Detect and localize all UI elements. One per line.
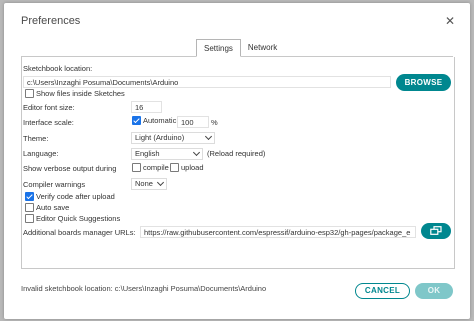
verbose-compile-row: compile xyxy=(132,163,169,172)
language-value: English xyxy=(135,149,160,158)
boards-url-input[interactable]: https://raw.githubusercontent.com/espres… xyxy=(140,226,416,238)
font-size-label: Editor font size: xyxy=(23,103,75,112)
language-select[interactable]: English xyxy=(131,148,203,160)
tab-network[interactable]: Network xyxy=(241,39,284,57)
compiler-warnings-select[interactable]: None xyxy=(131,178,167,190)
auto-save-row: Auto save xyxy=(25,203,69,212)
quick-suggestions-row: Editor Quick Suggestions xyxy=(25,214,120,223)
chevron-down-icon xyxy=(204,132,213,141)
sketchbook-location-label: Sketchbook location: xyxy=(23,64,93,73)
open-window-icon xyxy=(430,226,442,236)
compiler-warnings-value: None xyxy=(135,179,153,188)
chevron-down-icon xyxy=(156,178,165,187)
quick-suggestions-label: Editor Quick Suggestions xyxy=(36,214,121,223)
verify-upload-checkbox[interactable] xyxy=(25,192,34,201)
quick-suggestions-checkbox[interactable] xyxy=(25,214,34,223)
auto-save-checkbox[interactable] xyxy=(25,203,34,212)
sketchbook-location-input[interactable]: c:\Users\Inzaghi Posuma\Documents\Arduin… xyxy=(23,76,391,88)
auto-save-label: Auto save xyxy=(36,203,70,212)
sketchbook-error-text: Invalid sketchbook location: c:\Users\In… xyxy=(21,284,267,293)
show-files-checkbox[interactable] xyxy=(25,89,34,98)
compiler-warnings-label: Compiler warnings xyxy=(23,180,86,189)
verify-upload-label: Verify code after upload xyxy=(36,192,115,201)
scale-unit: % xyxy=(211,118,218,127)
scale-automatic-label: Automatic xyxy=(143,116,177,125)
chevron-down-icon xyxy=(192,148,201,157)
verbose-upload-row: upload xyxy=(170,163,204,172)
interface-scale-label: Interface scale: xyxy=(23,118,74,127)
edit-urls-button[interactable] xyxy=(421,223,451,239)
show-files-row: Show files inside Sketches xyxy=(25,89,125,98)
verbose-compile-label: compile xyxy=(143,163,169,172)
verbose-upload-checkbox[interactable] xyxy=(170,163,179,172)
ok-button[interactable]: OK xyxy=(415,283,453,299)
scale-automatic-row: Automatic xyxy=(132,116,176,125)
show-files-label: Show files inside Sketches xyxy=(36,89,125,98)
verbose-output-label: Show verbose output during xyxy=(23,164,117,173)
cancel-button[interactable]: CANCEL xyxy=(355,283,410,299)
tab-settings[interactable]: Settings xyxy=(196,39,241,57)
language-label: Language: xyxy=(23,149,59,158)
tab-bar: Settings Network xyxy=(196,39,284,57)
browse-button[interactable]: BROWSE xyxy=(396,74,451,91)
boards-url-label: Additional boards manager URLs: xyxy=(23,228,136,237)
theme-select[interactable]: Light (Arduino) xyxy=(131,132,215,144)
font-size-input[interactable]: 16 xyxy=(131,101,162,113)
dialog-title: Preferences xyxy=(21,15,81,27)
scale-value-input[interactable]: 100 xyxy=(177,116,209,128)
theme-label: Theme: xyxy=(23,134,49,143)
preferences-dialog: Preferences ✕ Settings Network Sketchboo… xyxy=(4,3,470,319)
language-note: (Reload required) xyxy=(207,149,266,158)
verify-upload-row: Verify code after upload xyxy=(25,192,115,201)
verbose-compile-checkbox[interactable] xyxy=(132,163,141,172)
theme-value: Light (Arduino) xyxy=(135,133,185,142)
verbose-upload-label: upload xyxy=(181,163,204,172)
close-icon[interactable]: ✕ xyxy=(445,15,455,27)
scale-automatic-checkbox[interactable] xyxy=(132,116,141,125)
